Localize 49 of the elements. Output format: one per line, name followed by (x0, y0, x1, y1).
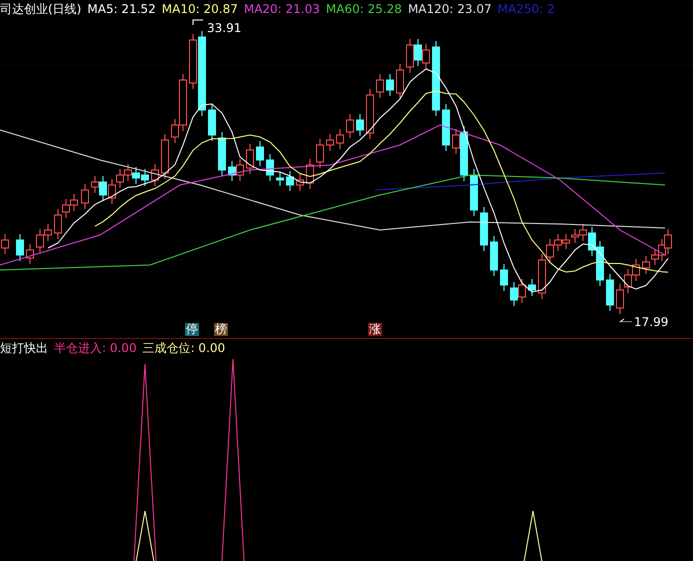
indicator-value: MA250: 2 (498, 2, 555, 16)
candlestick (266, 154, 274, 182)
candlestick (326, 134, 334, 152)
candlestick (386, 74, 394, 96)
candlestick (296, 174, 304, 192)
chart-title: 司达创业(日线) (0, 2, 82, 16)
signal-marker: 涨 (368, 323, 382, 336)
candlestick (218, 132, 226, 176)
indicator-value: MA60: 25.28 (326, 2, 402, 16)
candlestick (336, 128, 344, 150)
leader-line (192, 20, 204, 26)
indicator-value: 三成仓位: 0.00 (142, 341, 226, 355)
indicator-spike (520, 510, 546, 561)
candlestick (1, 234, 9, 254)
indicator-value: MA5: 21.52 (87, 2, 156, 16)
candlestick (208, 104, 216, 142)
candlestick (442, 104, 450, 152)
candlestick (256, 140, 264, 166)
candlestick (606, 274, 614, 312)
arrow-icon (619, 318, 632, 322)
price-label: 17.99 (634, 315, 668, 329)
candlestick (16, 234, 24, 262)
candlestick (276, 172, 284, 186)
indicator-value: MA20: 21.03 (244, 2, 320, 16)
candlestick (151, 164, 159, 186)
indicator-value: MA120: 23.07 (408, 2, 492, 16)
candlestick (480, 206, 488, 252)
candlestick (366, 88, 374, 140)
candlestick (346, 114, 354, 138)
candlestick (500, 264, 508, 292)
candlestick (286, 170, 294, 192)
signal-marker: 停 (185, 323, 199, 336)
candlestick (306, 158, 314, 190)
signal-marker: 榜 (214, 323, 228, 336)
candlestick (470, 168, 478, 216)
candlestick (161, 134, 169, 180)
chart-title: 短打快出 (0, 341, 48, 355)
candlestick (316, 138, 324, 168)
price-label: 33.91 (207, 21, 242, 35)
candlestick (396, 64, 404, 100)
candlestick (356, 114, 364, 136)
candlestick (81, 184, 89, 210)
indicator-value: MA10: 20.87 (162, 2, 238, 16)
candlestick (26, 244, 34, 264)
candlestick (376, 74, 384, 98)
indicator-value: 半仓进入: 0.00 (54, 341, 137, 355)
candlestick (490, 236, 498, 276)
candlestick (246, 144, 254, 174)
candlestick (528, 278, 536, 296)
